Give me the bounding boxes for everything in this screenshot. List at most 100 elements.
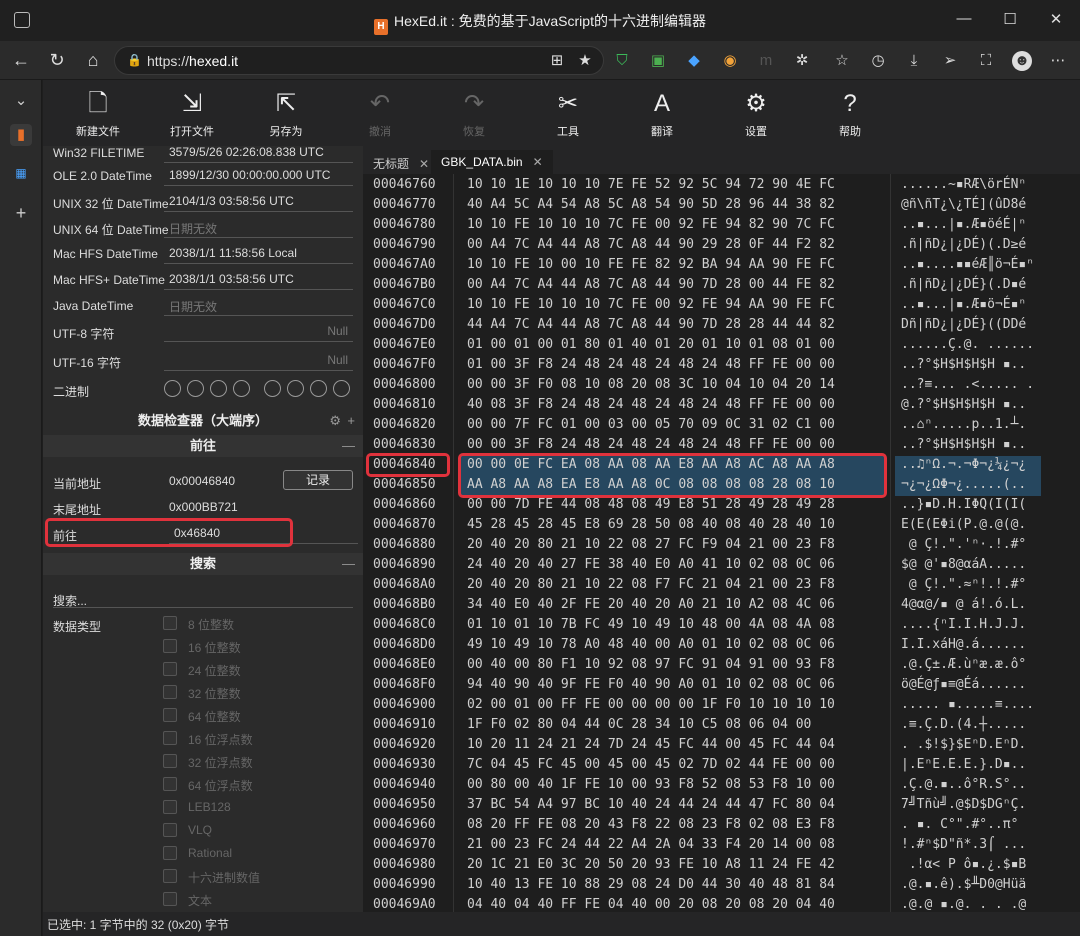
hex-row[interactable]: 000467D0 44 A4 7C A4 44 A8 7C A8 44 90 7D… (363, 315, 1080, 335)
favorite-star-icon[interactable]: ★ (575, 51, 595, 71)
checkbox[interactable] (163, 685, 177, 699)
hex-row[interactable]: 00046970 21 00 23 FC 24 44 22 A4 2A 04 33… (363, 835, 1080, 855)
row-text[interactable]: 7╝Tñù╝.@$D$DGⁿÇ. (901, 797, 1026, 812)
row-bytes[interactable]: 20 40 20 80 21 10 22 08 F7 FC 21 04 21 0… (467, 577, 835, 592)
hex-row[interactable]: 00046880 20 40 20 80 21 10 22 08 27 FC F9… (363, 535, 1080, 555)
checkbox[interactable] (163, 892, 177, 906)
redo-button[interactable]: ↷ 恢复 (434, 88, 514, 139)
row-text[interactable]: . .$!$}$EⁿD.EⁿD. (901, 737, 1026, 752)
hex-row[interactable]: 000468D0 49 10 49 10 78 A0 48 40 00 A0 01… (363, 635, 1080, 655)
hex-row[interactable]: 00046960 08 20 FF FE 08 20 43 F8 22 08 23… (363, 815, 1080, 835)
inspector-value[interactable]: 1899/12/30 00:00:00.000 UTC (164, 165, 353, 186)
row-text[interactable]: . ▪. C°".#°..π° (901, 817, 1018, 832)
hex-row[interactable]: 000467C0 10 10 FE 10 10 10 7C FE 00 92 FE… (363, 295, 1080, 315)
undo-button[interactable]: ↶ 撤消 (340, 88, 420, 139)
row-text[interactable]: .ñ|ñD¿|¿DÉ}(.D▪é (901, 277, 1026, 292)
search-header[interactable]: 搜索 — (43, 553, 363, 575)
row-text[interactable]: @ñ\ñT¿\¿TÉ](ûD8é (901, 197, 1026, 212)
address-bar[interactable]: 🔒 https://hexed.it ⊞ ★ (114, 46, 604, 75)
back-icon[interactable]: ← (10, 50, 32, 71)
checkbox[interactable] (163, 777, 177, 791)
row-bytes[interactable]: 24 40 20 40 27 FE 38 40 E0 A0 41 10 02 0… (467, 557, 835, 572)
row-text[interactable]: ......~▪RÆ\örÉNⁿ (901, 177, 1026, 192)
row-bytes[interactable]: 01 10 01 10 7B FC 49 10 49 10 48 00 4A 0… (467, 617, 835, 632)
row-bytes[interactable]: 01 00 3F F8 24 48 24 48 24 48 24 48 FF F… (467, 357, 835, 372)
row-text[interactable]: 4@α@/▪ @ á!.ó.L. (901, 597, 1026, 612)
inspector-header[interactable]: 数据检查器（大端序） ⚙ + (43, 410, 363, 432)
row-text[interactable]: ..?°$H$H$H$H ▪.. (901, 357, 1026, 372)
row-bytes[interactable]: 7C 04 45 FC 45 00 45 00 45 02 7D 02 44 F… (467, 757, 835, 772)
hex-row[interactable]: 00046890 24 40 20 40 27 FE 38 40 E0 A0 41… (363, 555, 1080, 575)
tools-button[interactable]: ✂ 工具 (528, 88, 608, 139)
hex-row[interactable]: 000468A0 20 40 20 80 21 10 22 08 F7 FC 21… (363, 575, 1080, 595)
row-text[interactable]: @.?°$H$H$H$H ▪.. (901, 397, 1026, 412)
inspector-value[interactable]: 2104/1/3 03:58:56 UTC (164, 191, 353, 212)
open-file-button[interactable]: ⇲ 打开文件 (152, 88, 232, 139)
row-bytes[interactable]: 10 10 FE 10 00 10 FE FE 82 92 BA 94 AA 9… (467, 257, 835, 272)
tab-untitled[interactable]: 无标题 ✕ (363, 150, 439, 174)
row-text[interactable]: ..}▪D.H.IΦQ(I(I( (901, 497, 1026, 512)
history-icon[interactable]: ◷ (868, 51, 888, 71)
hex-row[interactable]: 00046920 10 20 11 24 21 24 7D 24 45 FC 44… (363, 735, 1080, 755)
row-text[interactable]: ¬¿¬¿ΩΦ¬¿.....(.. (901, 477, 1026, 492)
shield-extension-icon[interactable]: ⛉ (612, 51, 632, 71)
collapse-icon[interactable]: — (342, 553, 355, 575)
row-text[interactable]: .≡.Ç.D.(4.┼..... (901, 717, 1026, 732)
inspector-value[interactable]: 3579/5/26 02:26:08.838 UTC (164, 146, 353, 163)
close-icon[interactable]: ✕ (1046, 10, 1066, 28)
row-text[interactable]: !.#ⁿ$D"ñ*.3⌠ ... (901, 837, 1026, 852)
row-bytes[interactable]: 10 40 13 FE 10 88 29 08 24 D0 44 30 40 4… (467, 877, 835, 892)
row-bytes[interactable]: 20 40 20 80 21 10 22 08 27 FC F9 04 21 0… (467, 537, 835, 552)
maximize-icon[interactable]: ☐ (1000, 10, 1020, 28)
more-menu-icon[interactable]: ⋯ (1048, 51, 1068, 71)
lock-icon[interactable]: 🔒 (127, 53, 142, 67)
bit-toggle[interactable] (164, 380, 181, 397)
row-bytes[interactable]: 10 20 11 24 21 24 7D 24 45 FC 44 00 45 F… (467, 737, 835, 752)
extensions-icon[interactable]: ✲ (792, 51, 812, 71)
hex-row[interactable]: 00046870 45 28 45 28 45 E8 69 28 50 08 40… (363, 515, 1080, 535)
share-icon[interactable]: ➢ (940, 51, 960, 71)
hex-row[interactable]: 00046810 40 08 3F F8 24 48 24 48 24 48 24… (363, 395, 1080, 415)
hex-row[interactable]: 00046990 10 40 13 FE 10 88 29 08 24 D0 44… (363, 875, 1080, 895)
row-text[interactable]: ..▪...|▪.Æ▪ö¬É▪ⁿ (901, 297, 1026, 312)
hex-row[interactable]: 00046760 10 10 1E 10 10 10 7E FE 52 92 5C… (363, 175, 1080, 195)
checkbox[interactable] (163, 869, 177, 883)
hex-row[interactable]: 00046820 00 00 7F FC 01 00 03 00 05 70 09… (363, 415, 1080, 435)
bit-toggle[interactable] (310, 380, 327, 397)
row-text[interactable]: ......Ç.@. ...... (901, 337, 1034, 352)
screenshot-icon[interactable]: ⛶ (976, 51, 996, 71)
row-text[interactable]: ..⌂ⁿ.....p..1.┴. (901, 417, 1026, 432)
row-text[interactable]: Dñ|ñD¿|¿DÉ}((DDé (901, 317, 1026, 332)
bit-toggle[interactable] (287, 380, 304, 397)
row-bytes[interactable]: 44 A4 7C A4 44 A8 7C A8 44 90 7D 28 28 4… (467, 317, 835, 332)
row-bytes[interactable]: 00 A4 7C A4 44 A8 7C A8 44 90 29 28 0F 4… (467, 237, 835, 252)
refresh-icon[interactable]: ↻ (46, 50, 68, 71)
row-text[interactable]: .!α< P ô▪.¿.$▪B (901, 857, 1026, 872)
checkbox[interactable] (163, 616, 177, 630)
goto-header[interactable]: 前往 — (43, 435, 363, 457)
hex-row[interactable]: 00046950 37 BC 54 A4 97 BC 10 40 24 44 24… (363, 795, 1080, 815)
row-bytes[interactable]: 04 40 04 40 FF FE 04 40 00 20 08 20 08 2… (467, 897, 835, 912)
row-bytes[interactable]: 08 20 FF FE 08 20 43 F8 22 08 23 F8 02 0… (467, 817, 835, 832)
utf8-value[interactable]: Null (164, 321, 353, 342)
checkbox[interactable] (163, 708, 177, 722)
hex-row[interactable]: 00046780 10 10 FE 10 10 10 7C FE 00 92 FE… (363, 215, 1080, 235)
row-bytes[interactable]: 10 10 FE 10 10 10 7C FE 00 92 FE 94 AA 9… (467, 297, 835, 312)
hex-row[interactable]: 00046910 1F F0 02 80 04 44 0C 28 34 10 C5… (363, 715, 1080, 735)
checkbox[interactable] (163, 846, 177, 860)
row-text[interactable]: I.I.xáH@.á...... (901, 637, 1026, 652)
row-text[interactable]: .@.▪.ê).$╨D0@Hüä (901, 877, 1026, 892)
profile-avatar[interactable]: ☻ (1012, 51, 1032, 71)
hex-row[interactable]: 000468E0 00 40 00 80 F1 10 92 08 97 FC 91… (363, 655, 1080, 675)
row-bytes[interactable]: 00 40 00 80 F1 10 92 08 97 FC 91 04 91 0… (467, 657, 835, 672)
bit-toggle[interactable] (333, 380, 350, 397)
row-text[interactable]: .Ç.@.▪..ô°R.S°.. (901, 777, 1026, 792)
add-icon[interactable]: + (10, 202, 32, 224)
record-button[interactable]: 记录 (283, 470, 353, 490)
row-bytes[interactable]: 01 00 01 00 01 80 01 40 01 20 01 10 01 0… (467, 337, 835, 352)
row-bytes[interactable]: 45 28 45 28 45 E8 69 28 50 08 40 08 40 2… (467, 517, 835, 532)
code-extension-icon[interactable]: ▣ (648, 51, 668, 71)
hex-row[interactable]: 000467E0 01 00 01 00 01 80 01 40 01 20 01… (363, 335, 1080, 355)
collapse-icon[interactable]: — (342, 435, 355, 457)
inspector-value[interactable]: 2038/1/1 03:58:56 UTC (164, 269, 353, 290)
